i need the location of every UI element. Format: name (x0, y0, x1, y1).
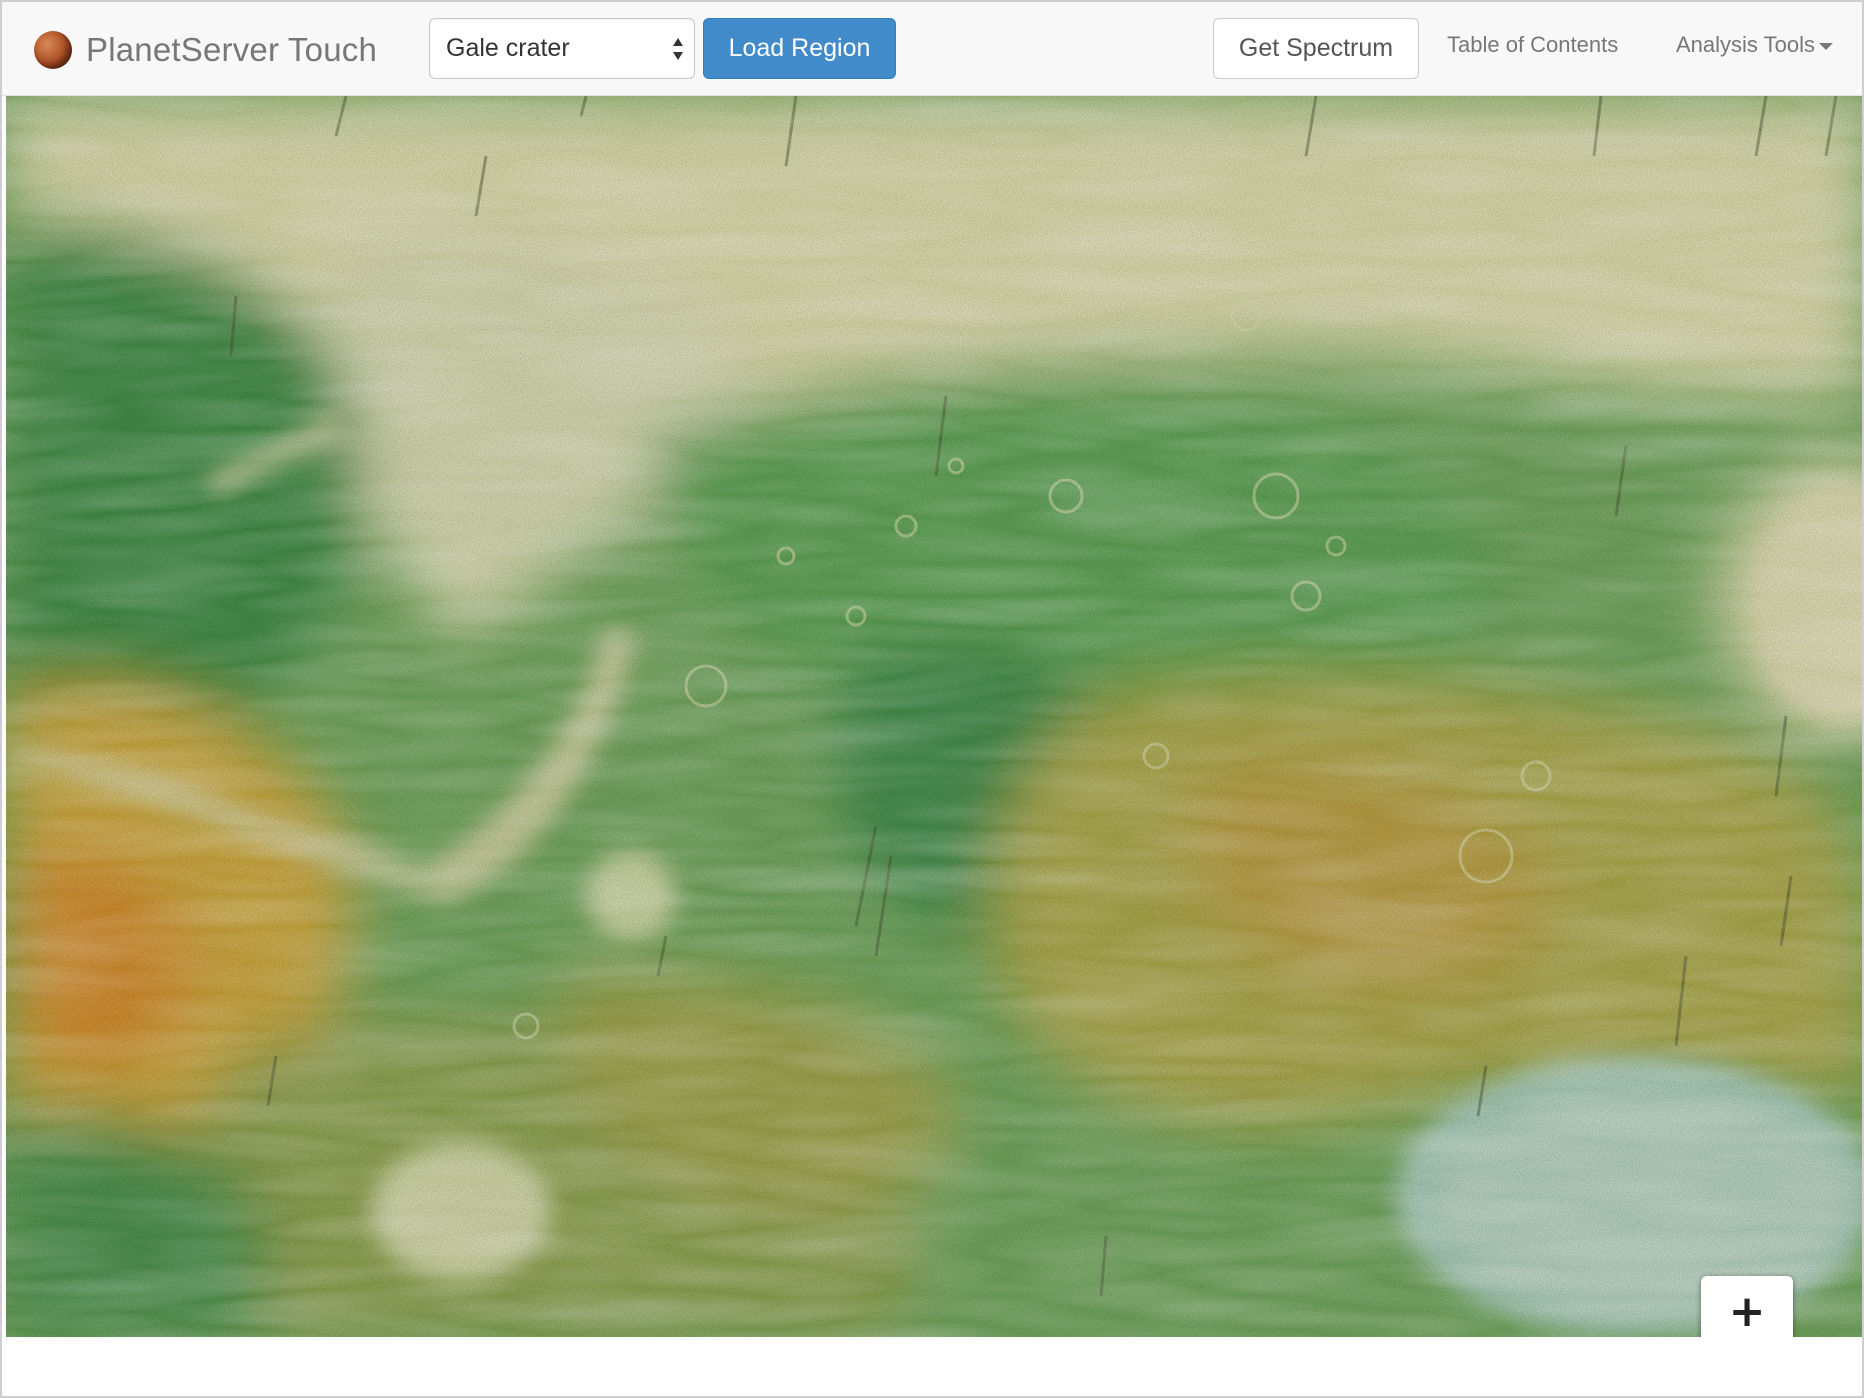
region-select-value: Gale crater (446, 34, 570, 62)
zoom-in-button[interactable]: + (1701, 1276, 1793, 1337)
navbar: PlanetServer Touch Gale crater Load Regi… (2, 2, 1862, 96)
map-view[interactable]: + − (6, 96, 1862, 1337)
get-spectrum-button[interactable]: Get Spectrum (1213, 18, 1419, 79)
load-region-button[interactable]: Load Region (703, 18, 896, 79)
analysis-tools-label: Analysis Tools (1676, 32, 1815, 57)
region-select[interactable]: Gale crater (429, 18, 695, 79)
analysis-tools-dropdown[interactable]: Analysis Tools (1676, 32, 1833, 58)
app-window: PlanetServer Touch Gale crater Load Regi… (0, 0, 1864, 1398)
planet-mars-icon (34, 31, 72, 69)
brand-title: PlanetServer Touch (86, 31, 377, 68)
brand-link[interactable]: PlanetServer Touch (34, 30, 377, 70)
footer-area (2, 1337, 1862, 1396)
zoom-control: + − (1701, 1276, 1793, 1337)
select-arrows-icon (673, 38, 683, 60)
table-of-contents-link[interactable]: Table of Contents (1447, 32, 1618, 58)
caret-down-icon (1819, 42, 1833, 50)
terrain-map-image (6, 96, 1862, 1337)
